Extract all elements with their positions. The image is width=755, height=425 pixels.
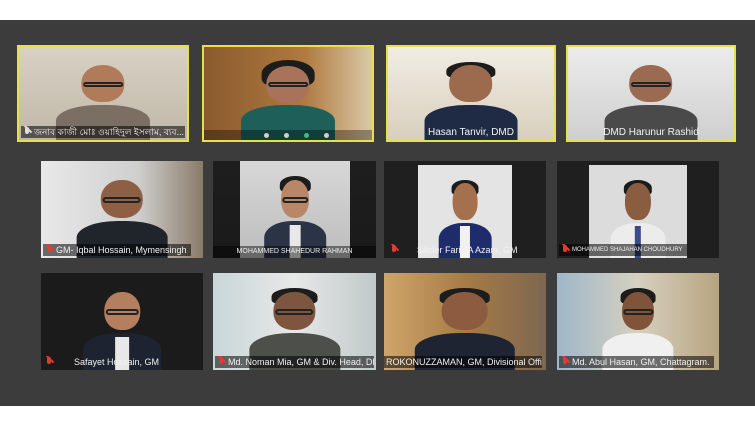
microphone-muted-icon xyxy=(45,245,53,255)
participant-tile-3[interactable]: Hasan Tanvir, DMD xyxy=(386,45,556,142)
profile-photo xyxy=(240,161,350,258)
participant-tile-1[interactable]: জনাব কাজী মোঃ ওয়াহিদুল ইসলাম, ব্যব... xyxy=(17,45,189,142)
toolbar-icon[interactable] xyxy=(284,133,289,138)
microphone-muted-icon xyxy=(217,357,225,367)
meeting-toolbar xyxy=(204,130,372,140)
participant-tile-7[interactable]: Sikder Farid A Azam, GM xyxy=(384,161,546,258)
microphone-muted-icon xyxy=(45,357,53,367)
participant-name-label: MOHAMMED SHAJAHAN CHOUDHURY xyxy=(559,244,687,256)
microphone-icon xyxy=(23,127,31,137)
participant-name-label: DMD Harunur Rashid xyxy=(603,127,699,138)
participant-tile-9[interactable]: Safayet Hossain, GM xyxy=(41,273,203,370)
toolbar-icon[interactable] xyxy=(304,133,309,138)
participant-name-label: জনাব কাজী মোঃ ওয়াহিদুল ইসলাম, ব্যব... xyxy=(21,126,185,138)
participant-name-label: Sikder Farid A Azam, GM xyxy=(388,244,522,256)
participant-name-label: MOHAMMED SHAHEDUR RAHMAN xyxy=(213,246,376,258)
toolbar-icon[interactable] xyxy=(264,133,269,138)
microphone-muted-icon xyxy=(390,245,398,255)
microphone-muted-icon xyxy=(561,357,569,367)
participant-tile-2[interactable] xyxy=(202,45,374,142)
toolbar-icon[interactable] xyxy=(324,133,329,138)
participant-tile-10[interactable]: Md. Noman Mia, GM & Div. Head, Dhak... xyxy=(213,273,376,370)
participant-name-label: ROKONUZZAMAN, GM, Divisional Offi... xyxy=(384,356,543,368)
participant-name-label: Md. Noman Mia, GM & Div. Head, Dhak... xyxy=(215,356,375,368)
participant-tile-12[interactable]: Md. Abul Hasan, GM, Chattagram. xyxy=(557,273,719,370)
microphone-muted-icon xyxy=(561,245,569,255)
participant-tile-6[interactable]: MOHAMMED SHAHEDUR RAHMAN xyxy=(213,161,376,258)
participant-name-label: GM- Iqbal Hossain, Mymensingh xyxy=(43,244,191,256)
participant-name-label: Md. Abul Hasan, GM, Chattagram. xyxy=(559,356,714,368)
participant-name-label: Hasan Tanvir, DMD xyxy=(428,127,514,138)
participant-tile-11[interactable]: ROKONUZZAMAN, GM, Divisional Offi... xyxy=(384,273,546,370)
video-grid: জনাব কাজী মোঃ ওয়াহিদুল ইসলাম, ব্যব... H… xyxy=(0,20,755,406)
participant-tile-4[interactable]: DMD Harunur Rashid xyxy=(566,45,736,142)
participant-tile-5[interactable]: GM- Iqbal Hossain, Mymensingh xyxy=(41,161,203,258)
participant-video xyxy=(240,60,336,140)
participant-name-label: Safayet Hossain, GM xyxy=(43,356,163,368)
participant-tile-8[interactable]: MOHAMMED SHAJAHAN CHOUDHURY xyxy=(557,161,719,258)
